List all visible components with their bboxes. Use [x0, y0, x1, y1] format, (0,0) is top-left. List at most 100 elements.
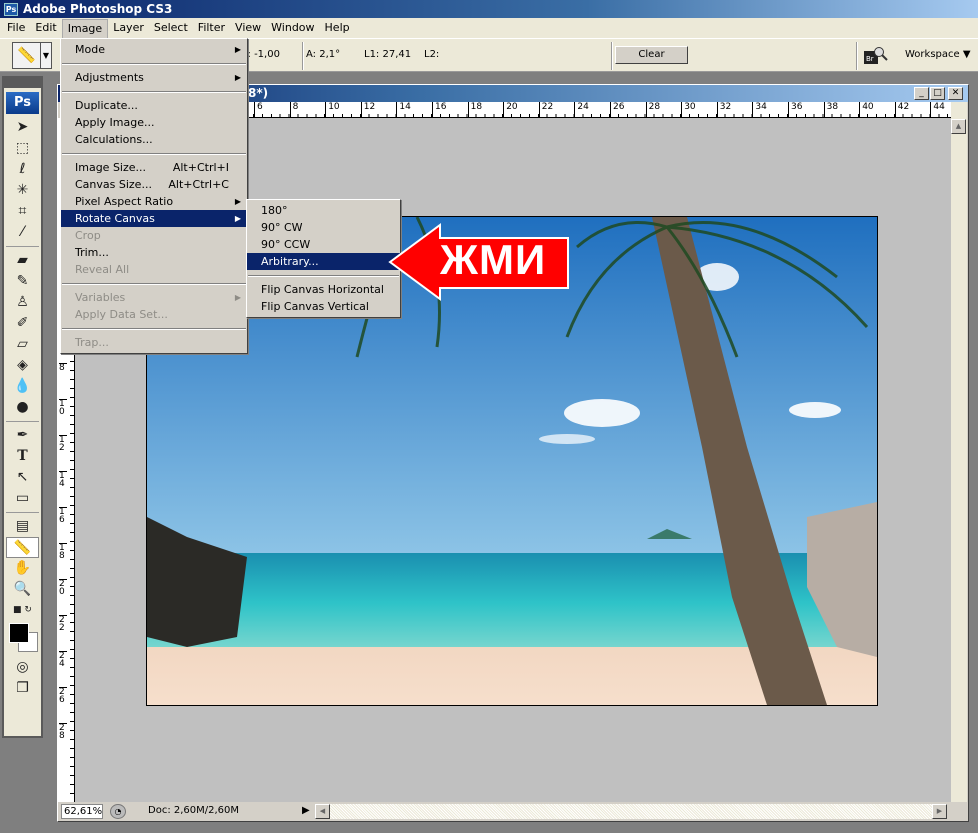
scroll-left-button[interactable]: ◀: [315, 804, 330, 819]
menu-select[interactable]: Select: [149, 19, 193, 37]
menu-item-pixel-aspect-ratio[interactable]: Pixel Aspect Ratio ▶: [61, 193, 247, 210]
image-menu-dropdown: Mode ▶ Adjustments ▶ Duplicate... Apply Image…: [60, 38, 248, 354]
slice-tool-icon[interactable]: ⁄: [4, 222, 41, 243]
angle-readout: A: 2,1°: [306, 49, 341, 60]
menu-item-flip-canvas-horizontal[interactable]: Flip Canvas Horizontal: [247, 281, 400, 298]
menu-layer[interactable]: Layer: [108, 19, 149, 37]
clear-button[interactable]: Clear: [615, 46, 688, 64]
maximize-button[interactable]: □: [930, 87, 945, 100]
menu-item-label: 180°: [261, 204, 288, 217]
menu-item-label: 90° CCW: [261, 238, 311, 251]
menu-help[interactable]: Help: [320, 19, 355, 37]
divider: [856, 42, 858, 70]
screen-mode-icon[interactable]: ❐: [4, 678, 41, 699]
close-button[interactable]: ✕: [948, 87, 963, 100]
rectangle-tool-icon[interactable]: ▭: [4, 488, 41, 509]
paint-bucket-tool-icon[interactable]: ◈: [4, 355, 41, 376]
eraser-tool-icon[interactable]: ▱: [4, 334, 41, 355]
menu-item-90-cw[interactable]: 90° CW: [247, 219, 400, 236]
menu-item-180[interactable]: 180°: [247, 202, 400, 219]
swap-colors-icon[interactable]: ■ ↻: [4, 600, 41, 621]
menu-window[interactable]: Window: [266, 19, 319, 37]
path-selection-tool-icon[interactable]: ↖: [4, 467, 41, 488]
status-menu-arrow-icon[interactable]: ▶: [302, 805, 310, 816]
horizontal-scrollbar[interactable]: ◀ ▶: [315, 804, 947, 819]
type-tool-icon[interactable]: T: [4, 446, 41, 467]
menu-item-canvas-size[interactable]: Canvas Size... Alt+Ctrl+C: [61, 176, 247, 193]
status-bar: 62,61% ◔ Doc: 2,60M/2,60M ▶ ◀ ▶: [58, 802, 968, 821]
crop-tool-icon[interactable]: ⌗: [4, 201, 41, 222]
svg-text:Br: Br: [866, 55, 874, 63]
menu-item-rotate-canvas[interactable]: Rotate Canvas ▶: [61, 210, 247, 227]
submenu-arrow-icon: ▶: [234, 197, 241, 206]
healing-brush-tool-icon[interactable]: ▰: [4, 250, 41, 271]
ruler-label: 20: [59, 579, 67, 597]
magic-wand-tool-icon[interactable]: ✳: [4, 180, 41, 201]
menu-item-trim[interactable]: Trim...: [61, 244, 247, 261]
pen-tool-icon[interactable]: ✒: [4, 425, 41, 446]
menu-item-image-size[interactable]: Image Size... Alt+Ctrl+I: [61, 159, 247, 176]
menu-image[interactable]: Image: [61, 18, 109, 38]
bridge-button[interactable]: Br: [864, 46, 888, 66]
menu-separator: [62, 91, 246, 93]
menu-item-adjustments[interactable]: Adjustments ▶: [61, 69, 247, 86]
menu-item-label: Variables: [75, 291, 126, 304]
chevron-down-icon[interactable]: ▼: [41, 43, 51, 68]
minimize-button[interactable]: _: [914, 87, 929, 100]
menu-item-label: Calculations...: [75, 133, 153, 146]
menu-separator: [62, 153, 246, 155]
menu-filter[interactable]: Filter: [193, 19, 230, 37]
blur-tool-icon[interactable]: 💧: [4, 376, 41, 397]
zoom-field[interactable]: 62,61%: [61, 804, 103, 819]
submenu-arrow-icon: ▶: [234, 293, 241, 302]
menu-item-label: Apply Data Set...: [75, 308, 168, 321]
menu-item-label: Duplicate...: [75, 99, 138, 112]
scroll-right-button[interactable]: ▶: [932, 804, 947, 819]
foreground-color-swatch[interactable]: [9, 623, 29, 643]
menu-view[interactable]: View: [230, 19, 266, 37]
ruler-label: 16: [59, 507, 67, 525]
menu-item-90-ccw[interactable]: 90° CCW: [247, 236, 400, 253]
divider: [611, 42, 613, 70]
menu-item-mode[interactable]: Mode ▶: [61, 41, 247, 58]
hand-tool-icon[interactable]: ✋: [4, 558, 41, 579]
menu-item-calculations[interactable]: Calculations...: [61, 131, 247, 148]
menu-edit[interactable]: Edit: [30, 19, 61, 37]
document-info: Doc: 2,60M/2,60M: [148, 805, 240, 816]
marquee-tool-icon[interactable]: ⬚: [4, 138, 41, 159]
scroll-up-button[interactable]: ▲: [951, 119, 966, 134]
menu-separator: [248, 275, 399, 277]
photoshop-logo[interactable]: Ps: [6, 92, 39, 114]
zoom-tool-icon[interactable]: 🔍: [4, 579, 41, 600]
notes-tool-icon[interactable]: ▤: [4, 516, 41, 537]
tool-preset-picker[interactable]: 📏 ▼: [12, 42, 52, 69]
move-tool-icon[interactable]: ➤: [4, 117, 41, 138]
ruler-label: 16: [432, 102, 446, 118]
photoshop-logo-icon: Ps: [4, 2, 18, 16]
vertical-scrollbar[interactable]: ▲ ▼: [951, 102, 967, 802]
menu-item-label: 90° CW: [261, 221, 303, 234]
menu-item-duplicate[interactable]: Duplicate...: [61, 97, 247, 114]
brush-tool-icon[interactable]: ✎: [4, 271, 41, 292]
history-brush-tool-icon[interactable]: ✐: [4, 313, 41, 334]
menu-item-variables: Variables ▶: [61, 289, 247, 306]
clone-stamp-tool-icon[interactable]: ♙: [4, 292, 41, 313]
ruler-label: 6: [254, 102, 263, 118]
menu-item-label: Trap...: [75, 336, 109, 349]
rotate-canvas-submenu: 180° 90° CW 90° CCW Arbitrary... Flip Canvas…: [246, 199, 401, 318]
menu-item-trap: Trap...: [61, 334, 247, 351]
menu-file[interactable]: File: [2, 19, 30, 37]
ruler-tool-icon[interactable]: 📏: [6, 537, 39, 558]
menu-item-label: Flip Canvas Vertical: [261, 300, 369, 313]
lasso-tool-icon[interactable]: ℓ: [4, 159, 41, 180]
menu-item-flip-canvas-vertical[interactable]: Flip Canvas Vertical: [247, 298, 400, 315]
length1-readout: L1: 27,41: [364, 49, 412, 60]
workspace-menu[interactable]: Workspace ▼: [905, 49, 971, 60]
menu-item-arbitrary[interactable]: Arbitrary...: [247, 253, 400, 270]
quick-mask-icon[interactable]: ◎: [4, 657, 41, 678]
menu-item-apply-image[interactable]: Apply Image...: [61, 114, 247, 131]
shortcut-label: Alt+Ctrl+C: [168, 178, 229, 191]
ruler-icon: 📏: [13, 43, 41, 68]
status-info-icon[interactable]: ◔: [110, 804, 126, 819]
dodge-tool-icon[interactable]: ●: [4, 397, 41, 418]
